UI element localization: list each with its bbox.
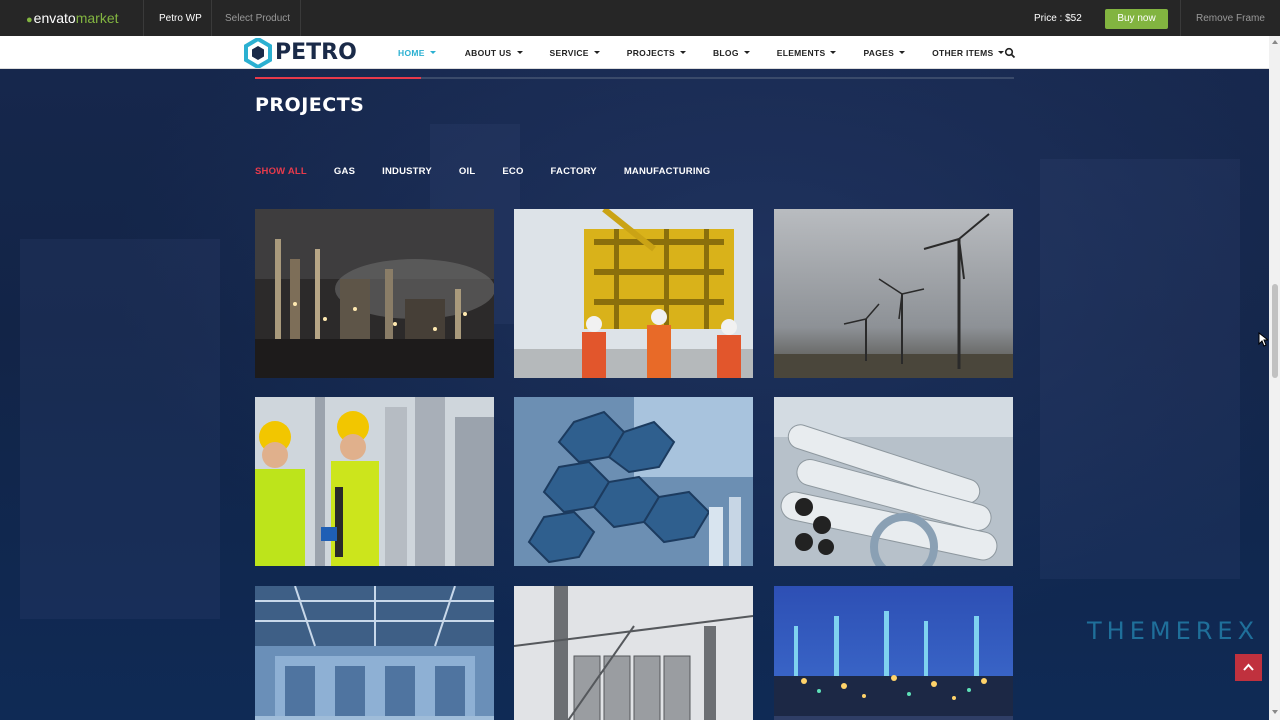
filter-eco[interactable]: ECO bbox=[502, 166, 523, 177]
projects-section: PROJECTS SHOW ALL GAS INDUSTRY OIL ECO F… bbox=[0, 69, 1269, 720]
menu-label: PAGES bbox=[863, 47, 895, 58]
chevron-up-icon bbox=[1243, 663, 1254, 671]
grain-silos-image bbox=[514, 586, 753, 720]
menu-label: SERVICE bbox=[549, 47, 589, 58]
remove-frame-link[interactable]: Remove Frame bbox=[1196, 13, 1265, 24]
brand-name: PETRO bbox=[275, 40, 357, 65]
hexagon-logo-icon bbox=[244, 37, 272, 68]
offshore-rig-image bbox=[514, 209, 753, 378]
filter-oil[interactable]: OIL bbox=[459, 166, 475, 177]
chevron-down-icon bbox=[516, 51, 523, 54]
divider bbox=[211, 0, 212, 36]
petro-logo[interactable]: PETRO bbox=[244, 36, 357, 69]
menu-label: OTHER ITEMS bbox=[932, 47, 994, 58]
scroll-up-arrow-icon[interactable] bbox=[1272, 40, 1278, 44]
menu-item-service[interactable]: SERVICE bbox=[550, 48, 600, 58]
menu-item-pages[interactable]: PAGES bbox=[863, 47, 906, 58]
menu-label: ABOUT US bbox=[464, 47, 512, 58]
chevron-down-icon bbox=[899, 51, 906, 54]
filter-factory[interactable]: FACTORY bbox=[551, 166, 597, 177]
project-tile-refinery-at-night[interactable] bbox=[255, 209, 494, 378]
menu-label: HOME bbox=[398, 47, 425, 58]
filter-industry[interactable]: INDUSTRY bbox=[382, 166, 432, 177]
project-tile-refinery-lights[interactable] bbox=[774, 586, 1013, 720]
project-tile-warehouse-interior[interactable] bbox=[255, 586, 494, 720]
price-label: Price : $52 bbox=[1034, 13, 1082, 24]
industrial-pipes-image bbox=[774, 397, 1013, 566]
menu-label: PROJECTS bbox=[626, 47, 675, 58]
project-tile-hexagonal-mirror-panels[interactable] bbox=[514, 397, 753, 566]
project-tile-grain-silos[interactable] bbox=[514, 586, 753, 720]
filter-manufacturing[interactable]: MANUFACTURING bbox=[624, 166, 711, 177]
filter-show-all[interactable]: SHOW ALL bbox=[255, 166, 307, 177]
divider bbox=[143, 0, 144, 36]
section-divider bbox=[255, 77, 1014, 79]
refinery-night-image bbox=[255, 209, 494, 378]
background-building bbox=[1040, 159, 1240, 579]
buy-now-button[interactable]: Buy now bbox=[1105, 9, 1168, 29]
logo-market-text: market bbox=[75, 10, 119, 26]
project-tile-wind-turbines[interactable] bbox=[774, 209, 1013, 378]
wind-turbines-image bbox=[774, 209, 1013, 378]
back-to-top-button[interactable] bbox=[1235, 654, 1262, 681]
mouse-cursor-icon bbox=[1258, 332, 1268, 347]
chevron-down-icon bbox=[830, 51, 837, 54]
background-building bbox=[20, 239, 220, 619]
refinery-lights-image bbox=[774, 586, 1013, 720]
select-product-dropdown[interactable]: Select Product bbox=[225, 13, 290, 24]
menu-label: ELEMENTS bbox=[776, 47, 826, 58]
chevron-down-icon bbox=[743, 51, 750, 54]
project-tile-industrial-pipes[interactable] bbox=[774, 397, 1013, 566]
chevron-down-icon bbox=[429, 51, 436, 54]
scrollbar-thumb[interactable] bbox=[1272, 284, 1278, 378]
filter-gas[interactable]: GAS bbox=[334, 166, 355, 177]
chevron-down-icon bbox=[679, 51, 686, 54]
search-icon[interactable] bbox=[1004, 47, 1016, 59]
menu-label: BLOG bbox=[712, 47, 739, 58]
site-header: PETRO HOME ABOUT US SERVICE PROJECTS BLO… bbox=[0, 36, 1269, 69]
project-filters: SHOW ALL GAS INDUSTRY OIL ECO FACTORY MA… bbox=[255, 166, 737, 177]
menu-item-blog[interactable]: BLOG bbox=[713, 48, 750, 58]
menu-item-elements[interactable]: ELEMENTS bbox=[777, 48, 837, 58]
divider bbox=[1180, 0, 1181, 36]
envato-market-logo[interactable]: ●envatomarket bbox=[26, 10, 119, 26]
divider-accent bbox=[255, 77, 421, 79]
menu-item-other-items[interactable]: OTHER ITEMS bbox=[932, 47, 1005, 58]
themerex-watermark: THEMEREX bbox=[1087, 617, 1260, 645]
logo-envato-text: envato bbox=[33, 10, 76, 26]
product-name: Petro WP bbox=[159, 13, 202, 24]
page-scrollbar[interactable] bbox=[1269, 36, 1280, 720]
section-title: PROJECTS bbox=[255, 94, 365, 116]
engineers-handshake-image bbox=[255, 397, 494, 566]
project-tile-offshore-rig-workers[interactable] bbox=[514, 209, 753, 378]
menu-item-about-us[interactable]: ABOUT US bbox=[465, 48, 523, 58]
menu-item-projects[interactable]: PROJECTS bbox=[627, 48, 686, 58]
menu-item-home[interactable]: HOME bbox=[398, 48, 436, 58]
divider bbox=[300, 0, 301, 36]
main-menu: HOME ABOUT US SERVICE PROJECTS BLOG ELEM… bbox=[398, 36, 1005, 69]
scroll-down-arrow-icon[interactable] bbox=[1272, 710, 1278, 714]
chevron-down-icon bbox=[593, 51, 600, 54]
hexagonal-mirror-image bbox=[514, 397, 753, 566]
warehouse-image bbox=[255, 586, 494, 720]
envato-top-bar: ●envatomarket Petro WP Select Product Pr… bbox=[0, 0, 1280, 36]
project-tile-engineers-handshake[interactable] bbox=[255, 397, 494, 566]
leaf-icon: ● bbox=[26, 14, 33, 26]
